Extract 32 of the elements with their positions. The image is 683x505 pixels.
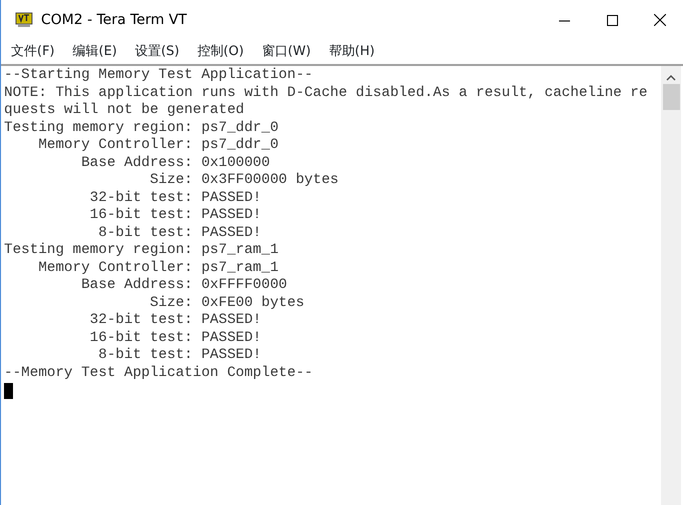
terminal-line: NOTE: This application runs with D-Cache disabled.As a result, cacheline re	[4, 84, 648, 102]
terminal-line: Testing memory region: ps7_ram_1	[4, 242, 279, 260]
window-title: COM2 - Tera Term VT	[41, 10, 187, 30]
menu-item[interactable]: 文件(F)	[9, 40, 63, 64]
terminal-line: Size: 0x3FF00000 bytes	[148, 172, 339, 190]
menu-item[interactable]: 编辑(E)	[70, 40, 125, 64]
terminal-line: --Starting Memory Test Application--	[4, 67, 313, 84]
menu-item[interactable]: 帮助(H)	[326, 40, 383, 64]
terminal-line: Testing memory region: ps7_ddr_0	[4, 120, 279, 137]
menu-item[interactable]: 设置(S)	[132, 40, 188, 64]
terminal-line: Memory Controller: ps7_ddr_0	[37, 137, 279, 154]
close-icon	[654, 14, 666, 26]
app-icon	[15, 12, 33, 28]
terminal-line: --Memory Test Application Complete--	[4, 364, 313, 382]
terminal-line: Base Address: 0x100000	[80, 154, 270, 172]
terminal-line: 32-bit test: PASSED!	[88, 190, 262, 207]
maximize-icon	[606, 14, 618, 26]
terminal-line: 8-bit test: PASSED!	[97, 347, 262, 364]
scroll-up-icon[interactable]	[666, 74, 676, 81]
scrollbar[interactable]	[661, 66, 681, 505]
terminal-line: 16-bit test: PASSED!	[88, 207, 262, 224]
terminal-line: 32-bit test: PASSED!	[88, 312, 262, 330]
scrollbar-thumb[interactable]	[662, 84, 680, 110]
terminal-line: Size: 0xFE00 bytes	[148, 294, 304, 312]
menu-item[interactable]: 控制(O)	[195, 40, 252, 64]
terminal-line: 16-bit test: PASSED!	[88, 330, 262, 347]
terminal-line: 8-bit test: PASSED!	[97, 224, 262, 242]
text-cursor	[4, 383, 13, 399]
terminal-line: Base Address: 0xFFFF0000	[80, 277, 288, 294]
terminal-line: quests will not be generated	[4, 102, 244, 120]
menu-item[interactable]: 窗口(W)	[260, 40, 319, 64]
terminal-line: Memory Controller: ps7_ram_1	[37, 260, 279, 277]
